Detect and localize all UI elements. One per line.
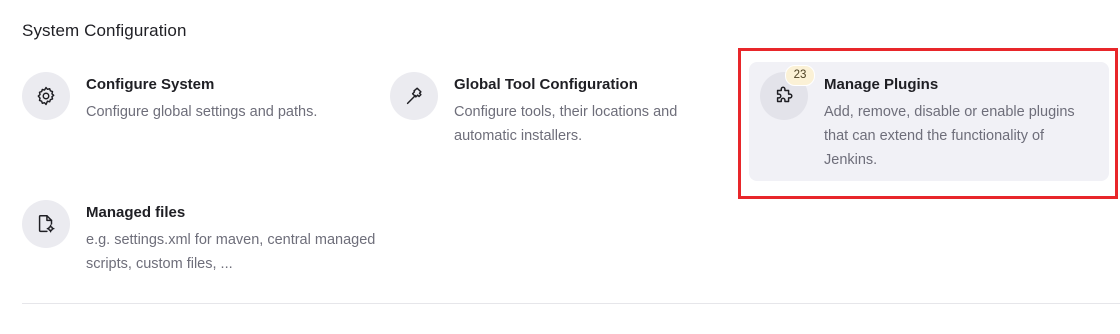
plugin-updates-badge: 23 [785, 65, 815, 86]
global-tool-configuration-description: Configure tools, their locations and aut… [454, 104, 678, 144]
manage-plugins-title: Manage Plugins [824, 76, 939, 93]
managed-files-title: Managed files [86, 204, 186, 221]
section-title: System Configuration [22, 21, 187, 40]
manage-plugins-link[interactable]: 23 Manage Plugins Add, remove, disable o… [760, 65, 1084, 172]
configure-system-title: Configure System [86, 76, 215, 93]
configure-system-description: Configure global settings and paths. [86, 104, 318, 120]
global-tool-configuration-link[interactable]: Global Tool Configuration Configure tool… [390, 72, 724, 148]
puzzle-icon: 23 [760, 65, 815, 120]
section-divider [22, 303, 1120, 304]
managed-files-link[interactable]: Managed files e.g. settings.xml for mave… [22, 200, 406, 276]
configure-system-link[interactable]: Configure System Configure global settin… [22, 72, 376, 124]
manage-plugins-description: Add, remove, disable or enable plugins t… [824, 104, 1075, 168]
system-configuration-page: System Configuration Configure System Co… [0, 0, 1120, 334]
file-settings-icon [22, 200, 70, 248]
global-tool-configuration-title: Global Tool Configuration [454, 76, 638, 93]
hammer-icon [390, 72, 438, 120]
gear-icon [22, 72, 70, 120]
managed-files-description: e.g. settings.xml for maven, central man… [86, 232, 376, 272]
